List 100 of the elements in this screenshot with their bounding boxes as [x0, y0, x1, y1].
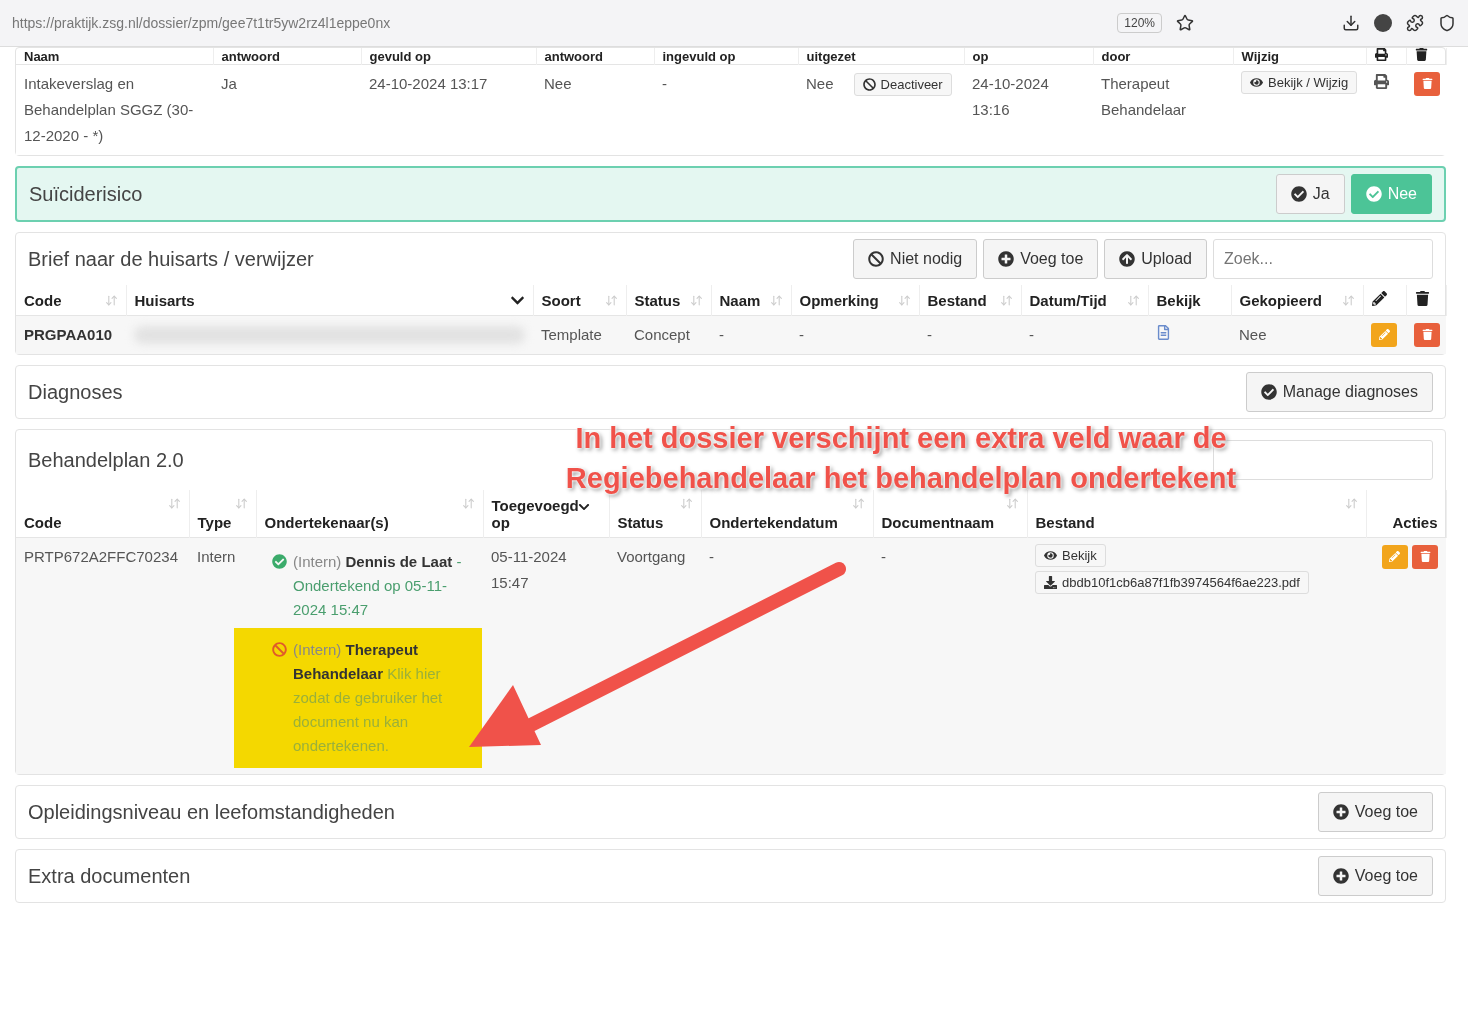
- sort-icon[interactable]: [104, 294, 118, 307]
- table-cell: 24-10-2024 13:17: [361, 64, 536, 155]
- sort-icon[interactable]: [1126, 294, 1140, 307]
- table-cell: -: [711, 315, 791, 354]
- column-header[interactable]: Acties: [1392, 514, 1438, 531]
- table-cell: -: [654, 64, 798, 155]
- delete-button[interactable]: [1414, 322, 1440, 347]
- shield-icon[interactable]: [1438, 14, 1456, 32]
- section-title: Extra documenten: [28, 864, 191, 888]
- table-cell: -: [873, 537, 1027, 774]
- table-cell: Nee: [536, 64, 654, 155]
- print-icon[interactable]: [1374, 48, 1388, 61]
- sort-icon[interactable]: [604, 294, 618, 307]
- column-header[interactable]: Status: [634, 292, 681, 309]
- column-header[interactable]: Toegevoegd op: [491, 497, 578, 531]
- action-button[interactable]: Niet nodig: [853, 239, 978, 279]
- sort-icon[interactable]: [999, 294, 1013, 307]
- pencil-icon: [1389, 551, 1401, 562]
- view-edit-button[interactable]: Bekijk / Wijzig: [1241, 71, 1358, 94]
- zoom-level[interactable]: 120%: [1117, 13, 1162, 33]
- print-icon[interactable]: [1374, 74, 1389, 89]
- table-cell-text: Nee: [806, 74, 834, 94]
- table-cell: Concept: [626, 315, 711, 354]
- pencil-icon[interactable]: [1371, 291, 1387, 306]
- column-header[interactable]: Status: [617, 514, 664, 531]
- table-cell: PRTP672A2FFC70234: [16, 537, 189, 774]
- edit-button[interactable]: [1371, 322, 1397, 347]
- pencil-icon: [1378, 329, 1390, 340]
- column-header[interactable]: Opmerking: [799, 292, 879, 309]
- document-icon[interactable]: [1156, 325, 1171, 340]
- table-cell: 05-11-2024 15:47: [483, 537, 609, 774]
- delete-button[interactable]: [1414, 71, 1440, 96]
- column-header[interactable]: Huisarts: [134, 292, 195, 309]
- column-header[interactable]: Gekopieerd: [1239, 292, 1323, 309]
- add-button[interactable]: Voeg toe: [1317, 792, 1433, 832]
- sort-icon[interactable]: [1341, 294, 1355, 307]
- section-title: Opleidingsniveau en leefomstandigheden: [28, 800, 395, 824]
- check-icon: [1290, 186, 1307, 202]
- chevron-down-icon[interactable]: [577, 501, 590, 513]
- column-header[interactable]: Naam: [719, 292, 761, 309]
- ban-icon: [862, 77, 876, 91]
- download-icon[interactable]: [1342, 14, 1360, 32]
- annotation-text: Regiebehandelaar het behandelplan ondertekent: [564, 461, 1238, 496]
- bookmark-star-icon[interactable]: [1176, 14, 1194, 32]
- sort-icon[interactable]: [897, 294, 911, 307]
- sort-icon[interactable]: [689, 294, 703, 307]
- section-title: Brief naar de huisarts / verwijzer: [28, 247, 314, 271]
- table-cell: PRGPAA010: [16, 315, 126, 354]
- delete-button[interactable]: [1412, 544, 1438, 569]
- column-header[interactable]: Soort: [541, 292, 581, 309]
- sort-icon[interactable]: [1344, 497, 1358, 510]
- column-header[interactable]: Type: [197, 514, 232, 531]
- table-cell: -: [791, 315, 919, 354]
- puzzle-icon[interactable]: [1406, 14, 1424, 32]
- section-title: Suïciderisico: [29, 182, 143, 206]
- sort-icon[interactable]: [461, 497, 475, 510]
- section-title: Behandelplan 2.0: [28, 448, 184, 472]
- column-header[interactable]: Code: [24, 292, 62, 309]
- sort-icon[interactable]: [167, 497, 181, 510]
- ban-icon: [272, 642, 287, 657]
- signer-entry[interactable]: (Intern) Therapeut Behandelaar Klik hier zodat de gebruiker het document nu kan ondertekenen.: [234, 628, 482, 768]
- column-header[interactable]: Datum/Tijd: [1029, 292, 1107, 309]
- ban-icon: [868, 251, 885, 267]
- column-header[interactable]: Ondertekendatum: [709, 514, 838, 531]
- column-header[interactable]: Bekijk: [1156, 292, 1201, 309]
- action-button[interactable]: Voeg toe: [983, 239, 1099, 279]
- trash-icon[interactable]: [1414, 291, 1430, 306]
- table-cell: Nee: [1231, 315, 1363, 354]
- download-link[interactable]: dbdb10f1cb6a87f1fb3974564f6ae223.pdf: [1035, 571, 1309, 594]
- plus-icon: [1332, 804, 1349, 820]
- table-cell: Intakeverslag en Behandelplan SGGZ (30-12-2020 - *): [16, 64, 213, 155]
- profile-avatar[interactable]: [1374, 14, 1392, 32]
- sort-icon[interactable]: [234, 497, 248, 510]
- add-button[interactable]: Voeg toe: [1317, 856, 1433, 896]
- column-header[interactable]: Bestand: [927, 292, 987, 309]
- sort-icon[interactable]: [1005, 497, 1019, 510]
- upload-icon: [1119, 251, 1136, 267]
- action-button[interactable]: Upload: [1104, 239, 1207, 279]
- sort-icon[interactable]: [769, 294, 783, 307]
- url-text[interactable]: https://praktijk.zsg.nl/dossier/zpm/gee7t1tr5yw2rz4l1eppe0nx: [12, 15, 1104, 31]
- signer-entry[interactable]: (Intern) Dennis de Laat - Ondertekend op 05-11-2024 15:47: [264, 544, 475, 628]
- column-header[interactable]: Code: [24, 514, 62, 531]
- column-header[interactable]: Bestand: [1035, 514, 1095, 531]
- column-header[interactable]: Documentnaam: [881, 514, 995, 531]
- eye-icon: [1044, 549, 1057, 562]
- option-button[interactable]: Ja: [1275, 174, 1345, 214]
- column-header[interactable]: Ondertekenaar(s): [264, 514, 389, 531]
- view-button[interactable]: Bekijk: [1035, 544, 1106, 567]
- sort-icon[interactable]: [679, 497, 693, 510]
- table-cell: Voortgang: [609, 537, 701, 774]
- trash-icon[interactable]: [1414, 48, 1428, 61]
- trash-icon: [1421, 329, 1433, 340]
- deactivate-button[interactable]: Deactiveer: [853, 72, 952, 96]
- eye-icon: [1250, 76, 1263, 89]
- table-cell: -: [1021, 315, 1148, 354]
- check-icon: [1365, 186, 1382, 202]
- manage-diagnoses-button[interactable]: Manage diagnoses: [1245, 372, 1433, 412]
- edit-button[interactable]: [1381, 544, 1408, 569]
- search-field[interactable]: Zoek...: [1213, 239, 1433, 279]
- sort-icon[interactable]: [851, 497, 865, 510]
